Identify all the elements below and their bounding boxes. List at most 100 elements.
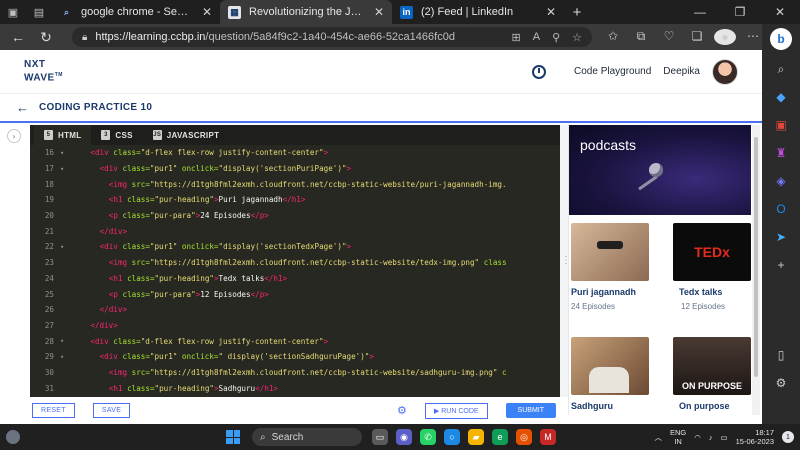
fold-arrow-icon[interactable]: ▾ (60, 337, 72, 345)
close-icon[interactable]: ✕ (202, 5, 212, 19)
taskbar-search[interactable]: ⌕ Search (252, 428, 362, 446)
bing-icon[interactable]: b (770, 28, 792, 50)
code-line[interactable]: 22 ▾ <div class="pur1" onclick="display('s… (30, 239, 560, 255)
editor-settings-gear-icon[interactable]: ⚙ (397, 404, 407, 417)
code-line[interactable]: 17 ▾ <div class="pur1" onclick="display('s… (30, 161, 560, 177)
settings-gear-icon[interactable]: ⚙ (772, 374, 790, 392)
file-explorer-icon[interactable]: ▰ (468, 429, 484, 445)
fold-arrow-icon[interactable]: ▾ (60, 243, 72, 251)
language-indicator[interactable]: ENG IN (670, 428, 686, 446)
code-line[interactable]: 27 </div> (30, 318, 560, 334)
run-code-button[interactable]: ▶ RUN CODE (424, 402, 488, 419)
browser-tab-search[interactable]: ⌕ google chrome - Search ✕ (52, 0, 220, 24)
notification-badge[interactable]: 1 (782, 431, 794, 443)
code-line[interactable]: 21 </div> (30, 223, 560, 239)
back-icon[interactable]: ← (6, 29, 30, 45)
favorite-star-icon[interactable]: ☆ (572, 31, 582, 44)
mcafee-icon[interactable]: M (540, 429, 556, 445)
podcast-card-puri[interactable]: Puri jagannadh 24 Episodes (571, 223, 651, 311)
more-icon[interactable]: ⋯ (742, 29, 764, 45)
code-line[interactable]: 23 <img src="https://d1tgh8fml2exmh.cloud… (30, 255, 560, 271)
search-icon[interactable]: ⌕ (772, 60, 790, 78)
code-line[interactable]: 30 <img src="https://d1tgh8fml2exmh.cloud… (30, 365, 560, 381)
username[interactable]: Deepika (663, 66, 700, 77)
chevron-right-icon[interactable]: › (7, 129, 21, 143)
wifi-icon[interactable]: ◠ (694, 433, 701, 442)
health-icon[interactable]: ♡ (658, 29, 680, 45)
vertical-tabs-icon[interactable]: ▤ (26, 0, 52, 24)
close-window-icon[interactable]: ✕ (760, 5, 800, 19)
code-line[interactable]: 16 ▾ <div class="d-flex flex-row justify-c… (30, 145, 560, 161)
nxtwave-logo[interactable]: NXT WAVETM (24, 59, 63, 83)
code-lines[interactable]: 16 ▾ <div class="d-flex flex-row justify-c… (30, 145, 560, 397)
code-line[interactable]: 20 <p class="pur-para">24 Episodes</p> (30, 208, 560, 224)
reload-icon[interactable]: ↻ (34, 29, 58, 46)
apps-icon[interactable]: ⊞ (512, 31, 521, 44)
battery-icon[interactable]: ▭ (721, 433, 728, 442)
zoom-icon[interactable]: ⚲ (552, 31, 560, 44)
save-button[interactable]: SAVE (92, 403, 131, 418)
code-line[interactable]: 26 </div> (30, 302, 560, 318)
add-icon[interactable]: + (772, 256, 790, 274)
code-line[interactable]: 25 <p class="pur-para">12 Episodes</p> (30, 286, 560, 302)
podcast-card-onpurpose[interactable]: ON PURPOSE On purpose (673, 337, 753, 411)
timer-icon[interactable] (532, 64, 547, 79)
split-screen-icon[interactable]: ⧉ (630, 29, 652, 45)
code-playground-link[interactable]: Code Playground (574, 66, 651, 77)
drop-icon[interactable]: ➤ (772, 228, 790, 246)
reset-button[interactable]: RESET (32, 403, 75, 418)
shopping-tag-icon[interactable]: ◆ (772, 88, 790, 106)
code-line[interactable]: 18 <img src="https://d1tgh8fml2exmh.cloud… (30, 176, 560, 192)
url-input[interactable]: 🔒︎ https://learning.ccbp.in/question/5a8… (72, 27, 592, 47)
cortana-icon[interactable]: ○ (444, 429, 460, 445)
chrome-icon[interactable]: ◎ (516, 429, 532, 445)
favorites-icon[interactable]: ✩ (602, 29, 624, 45)
copilot-icon[interactable]: ◈ (772, 172, 790, 190)
fold-arrow-icon[interactable]: ▾ (60, 149, 72, 157)
close-icon[interactable]: ✕ (546, 5, 556, 19)
fold-arrow-icon[interactable]: ▾ (60, 353, 72, 361)
close-icon[interactable]: ✕ (374, 5, 384, 19)
fold-arrow-icon[interactable]: ▾ (60, 165, 72, 173)
back-arrow-icon[interactable]: ← (16, 100, 29, 115)
edge-icon[interactable]: e (492, 429, 508, 445)
start-button[interactable] (226, 430, 240, 444)
taskbar-search-label: Search (271, 431, 304, 443)
code-line[interactable]: 31 <h1 class="pur-heading">Sadhguru</h1> (30, 380, 560, 396)
code-line[interactable]: 28 ▾ <div class="d-flex flex-row justify-c… (30, 333, 560, 349)
tools-briefcase-icon[interactable]: ▣ (772, 116, 790, 134)
sidebar-layout-icon[interactable]: ▯ (772, 346, 790, 364)
code-line[interactable]: 19 <h1 class="pur-heading">Puri jagannadh… (30, 192, 560, 208)
new-tab-button[interactable]: + (564, 4, 590, 21)
profile-icon[interactable]: ● (714, 29, 736, 45)
games-icon[interactable]: ♜ (772, 144, 790, 162)
code-line[interactable]: 29 ▾ <div class="pur1" onclick=" display('… (30, 349, 560, 365)
collections-icon[interactable]: ❏ (686, 29, 708, 45)
outlook-icon[interactable]: O (772, 200, 790, 218)
preview-scrollbar[interactable] (752, 125, 760, 415)
tab-javascript[interactable]: JS JAVASCRIPT (143, 125, 230, 145)
browser-tab-ccbp[interactable]: ▦ Revolutionizing the Job Market | ✕ (220, 0, 392, 24)
weather-icon[interactable] (6, 430, 20, 444)
minimize-icon[interactable]: — (680, 5, 720, 19)
code-editor[interactable]: 5 HTML 3 CSS JS JAVASCRIPT 16 ▾ <div class… (30, 125, 560, 397)
volume-icon[interactable]: ♪ (709, 433, 713, 442)
clock[interactable]: 18:17 15-06-2023 (736, 428, 774, 446)
submit-button[interactable]: SUBMIT (505, 403, 556, 418)
whatsapp-icon[interactable]: ✆ (420, 429, 436, 445)
browser-tab-linkedin[interactable]: in (2) Feed | LinkedIn ✕ (392, 0, 564, 24)
pane-resize-handle[interactable] (560, 125, 571, 397)
teams-icon[interactable]: ◉ (396, 429, 412, 445)
chevron-up-icon[interactable]: ︿ (654, 432, 662, 443)
maximize-icon[interactable]: ❐ (720, 5, 760, 19)
podcast-card-sadhguru[interactable]: Sadhguru (571, 337, 651, 411)
read-aloud-icon[interactable]: A (533, 31, 540, 44)
code-line[interactable]: 24 <h1 class="pur-heading">Tedx talks</h1… (30, 271, 560, 287)
avatar[interactable] (712, 58, 738, 85)
tab-css[interactable]: 3 CSS (91, 125, 142, 145)
tab-actions-icon[interactable]: ▣ (0, 0, 26, 24)
task-view-icon[interactable]: ▭ (372, 429, 388, 445)
editor-action-bar: RESET SAVE ⚙ ▶ RUN CODE SUBMIT (30, 397, 560, 424)
tab-html[interactable]: 5 HTML (34, 125, 92, 145)
podcast-card-tedx[interactable]: TEDx Tedx talks 12 Episodes (673, 223, 753, 311)
